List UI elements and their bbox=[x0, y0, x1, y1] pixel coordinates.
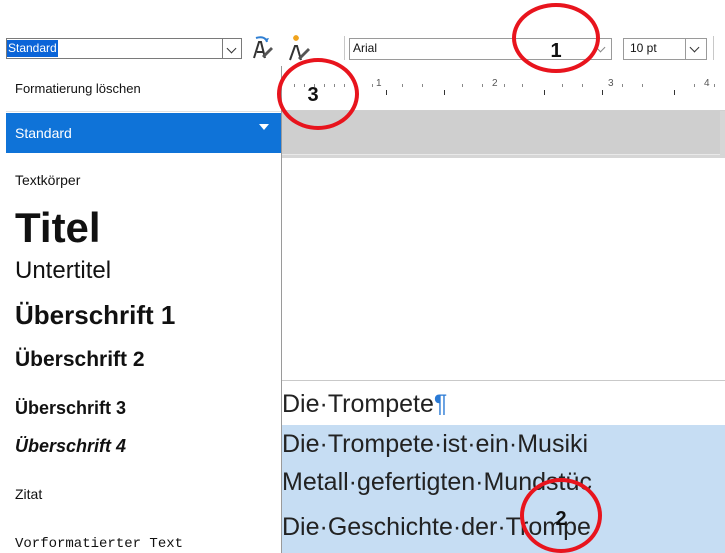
ruler-tick bbox=[402, 84, 403, 87]
toolbar-separator bbox=[713, 36, 714, 60]
style-item-textkoerper[interactable]: Textkörper bbox=[6, 154, 281, 204]
document-heading-line[interactable]: Die·Trompete¶ bbox=[282, 386, 447, 422]
annotation-marker-3: 3 bbox=[277, 58, 359, 130]
clear-formatting-item[interactable]: Formatierung löschen bbox=[6, 66, 281, 112]
ruler-tick bbox=[642, 84, 643, 87]
pilcrow-mark: ¶ bbox=[433, 390, 448, 418]
update-style-icon[interactable] bbox=[248, 34, 276, 62]
ruler-tick bbox=[714, 84, 715, 87]
ruler-tab-stop bbox=[444, 90, 445, 95]
paragraph-style-list: Formatierung löschen Standard Textkörper… bbox=[6, 66, 282, 553]
ruler-number: 2 bbox=[492, 78, 498, 89]
body-line-text[interactable]: Die·Trompete·ist·ein·Musiki bbox=[282, 430, 588, 458]
style-item-ueberschrift-4[interactable]: Überschrift 4 bbox=[6, 426, 281, 466]
style-item-ueberschrift-2[interactable]: Überschrift 2 bbox=[6, 340, 281, 382]
style-item-ueberschrift-1[interactable]: Überschrift 1 bbox=[6, 294, 281, 340]
style-item-label: Überschrift 2 bbox=[15, 348, 145, 371]
annotation-marker-1: 1 bbox=[512, 3, 600, 73]
annotation-number: 3 bbox=[307, 83, 319, 106]
font-name-value[interactable]: Arial bbox=[353, 41, 377, 55]
clear-formatting-label: Formatierung löschen bbox=[15, 81, 141, 96]
annotation-marker-2: 2 bbox=[520, 478, 602, 553]
paragraph-style-value[interactable]: Standard bbox=[7, 40, 58, 57]
document-body-line[interactable]: Metall·gefertigten·Mundstüc bbox=[282, 463, 725, 501]
ruler-number: 1 bbox=[376, 78, 382, 89]
annotation-number: 1 bbox=[550, 39, 562, 62]
ruler-tick bbox=[504, 84, 505, 87]
style-item-label: Zitat bbox=[15, 486, 43, 502]
text-boundary-line bbox=[282, 380, 725, 381]
style-item-label: Untertitel bbox=[15, 257, 112, 284]
chevron-down-icon bbox=[259, 124, 269, 130]
document-body-line[interactable]: Die·Geschichte·der·Trompe bbox=[282, 501, 725, 553]
paragraph-style-dropdown-button[interactable] bbox=[222, 38, 242, 59]
style-item-label: Vorformatierter Text bbox=[15, 536, 184, 552]
style-item-zitat[interactable]: Zitat bbox=[6, 466, 281, 510]
ruler-tick bbox=[372, 84, 373, 87]
chevron-down-icon bbox=[226, 43, 237, 54]
toolbar-separator bbox=[344, 36, 345, 60]
heading-text[interactable]: Die·Trompete bbox=[282, 390, 434, 418]
style-item-titel[interactable]: Titel bbox=[6, 204, 281, 254]
document-body-line[interactable]: Die·Trompete·ist·ein·Musiki bbox=[282, 425, 725, 463]
style-item-label: Textkörper bbox=[15, 172, 81, 188]
ruler-tab-stop bbox=[674, 90, 675, 95]
ruler-tick bbox=[582, 84, 583, 87]
style-item-standard[interactable]: Standard bbox=[6, 113, 281, 153]
style-item-label: Titel bbox=[15, 204, 101, 251]
ruler-tick bbox=[694, 84, 695, 87]
ruler-tab-stop bbox=[602, 90, 603, 95]
chevron-down-icon bbox=[689, 42, 700, 53]
font-size-value[interactable]: 10 pt bbox=[630, 41, 657, 55]
style-item-label: Standard bbox=[15, 125, 72, 141]
style-item-label: Überschrift 1 bbox=[15, 300, 176, 330]
ruler-tick bbox=[622, 84, 623, 87]
new-style-icon[interactable] bbox=[282, 34, 310, 62]
font-size-combo[interactable]: 10 pt bbox=[623, 38, 707, 60]
paragraph-style-combo[interactable]: Standard bbox=[6, 38, 242, 59]
ruler-tick bbox=[482, 84, 483, 87]
style-item-vorformatierter-text[interactable]: Vorformatierter Text bbox=[6, 510, 281, 553]
style-item-ueberschrift-3[interactable]: Überschrift 3 bbox=[6, 382, 281, 426]
ruler-number: 4 bbox=[704, 78, 710, 89]
ruler-tab-stop bbox=[386, 90, 387, 95]
ruler-tick bbox=[562, 84, 563, 87]
ruler-tick bbox=[462, 84, 463, 87]
style-item-label: Überschrift 3 bbox=[15, 398, 127, 418]
ruler-tab-stop bbox=[544, 90, 545, 95]
font-size-dropdown-button[interactable] bbox=[685, 39, 706, 59]
style-item-untertitel[interactable]: Untertitel bbox=[6, 254, 281, 294]
ruler-tick bbox=[422, 84, 423, 87]
ruler-number: 3 bbox=[608, 78, 614, 89]
annotation-number: 2 bbox=[555, 508, 567, 530]
ruler-tick bbox=[522, 84, 523, 87]
formatting-toolbar: Standard Arial 10 pt bbox=[0, 0, 725, 66]
style-item-label: Überschrift 4 bbox=[15, 436, 127, 456]
